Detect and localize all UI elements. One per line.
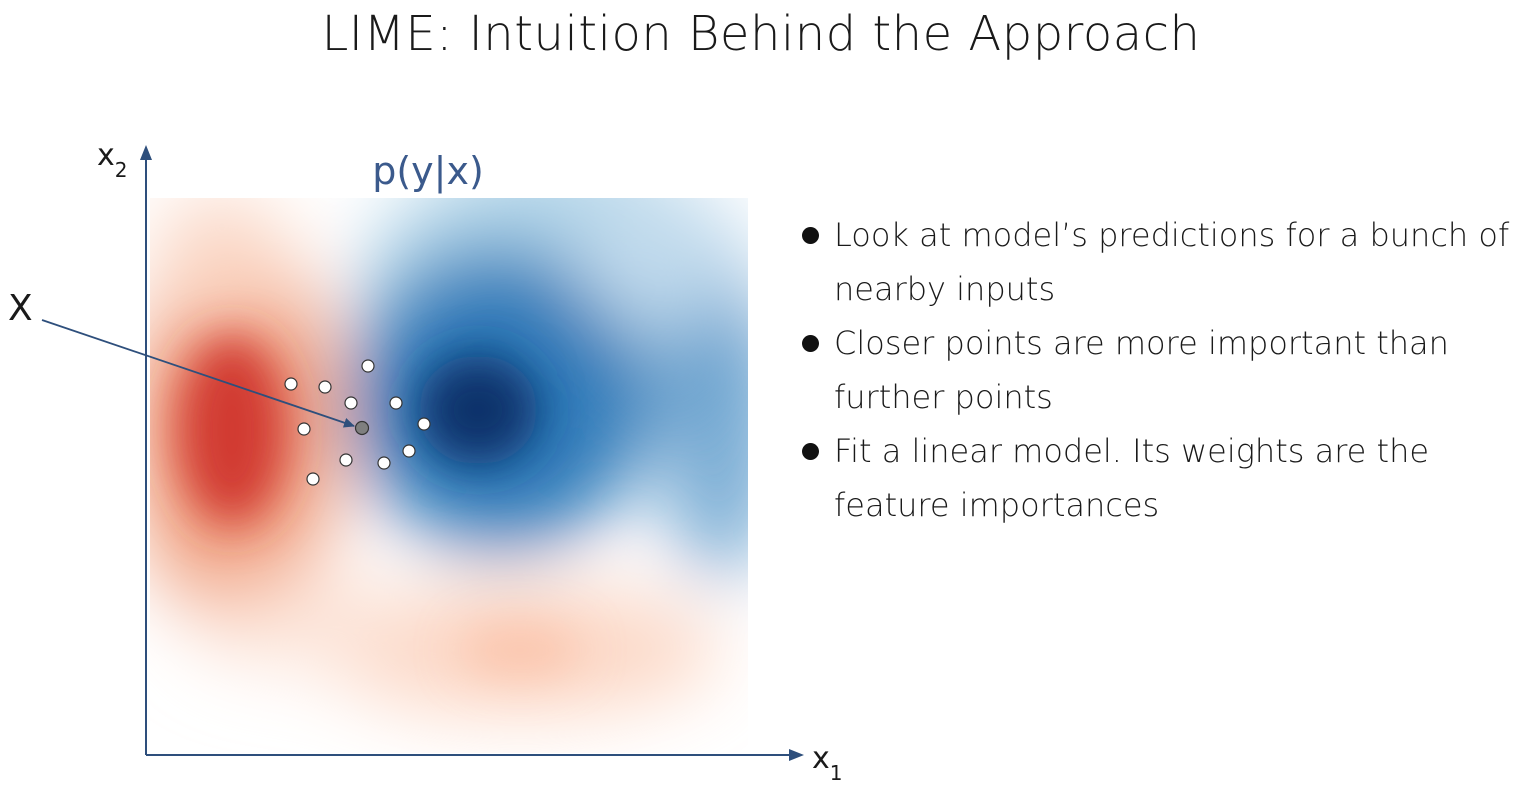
- instance-label: X: [8, 288, 33, 329]
- sample-point: [306, 472, 320, 486]
- y-axis-arrow: [140, 145, 152, 160]
- sample-point: [377, 456, 391, 470]
- bullet-dot-icon: [802, 443, 819, 460]
- bullet-item: Closer points are more important than fu…: [800, 316, 1512, 424]
- sample-point: [339, 453, 353, 467]
- bullet-dot-icon: [802, 335, 819, 352]
- bullet-text: Look at model’s predictions for a bunch …: [834, 216, 1510, 308]
- x1-axis-label: x1: [812, 741, 843, 785]
- heatmap-label: p(y|x): [372, 149, 484, 194]
- bullet-item: Fit a linear model. Its weights are the …: [800, 424, 1512, 532]
- bullet-text: Closer points are more important than fu…: [834, 324, 1449, 416]
- sample-point: [402, 444, 416, 458]
- x-axis-arrow: [789, 749, 804, 761]
- x2-axis-label: x2: [97, 138, 128, 182]
- sample-point: [284, 377, 298, 391]
- bullet-text: Fit a linear model. Its weights are the …: [834, 432, 1430, 524]
- sample-point: [389, 396, 403, 410]
- sample-point: [361, 359, 375, 373]
- probability-heatmap: [150, 198, 748, 753]
- sample-point: [318, 380, 332, 394]
- sample-point: [344, 396, 358, 410]
- query-point: [354, 420, 370, 436]
- bullet-item: Look at model’s predictions for a bunch …: [800, 208, 1512, 316]
- sample-point: [417, 417, 431, 431]
- bullet-dot-icon: [802, 227, 819, 244]
- sample-point: [297, 422, 311, 436]
- bullet-list: Look at model’s predictions for a bunch …: [800, 208, 1512, 532]
